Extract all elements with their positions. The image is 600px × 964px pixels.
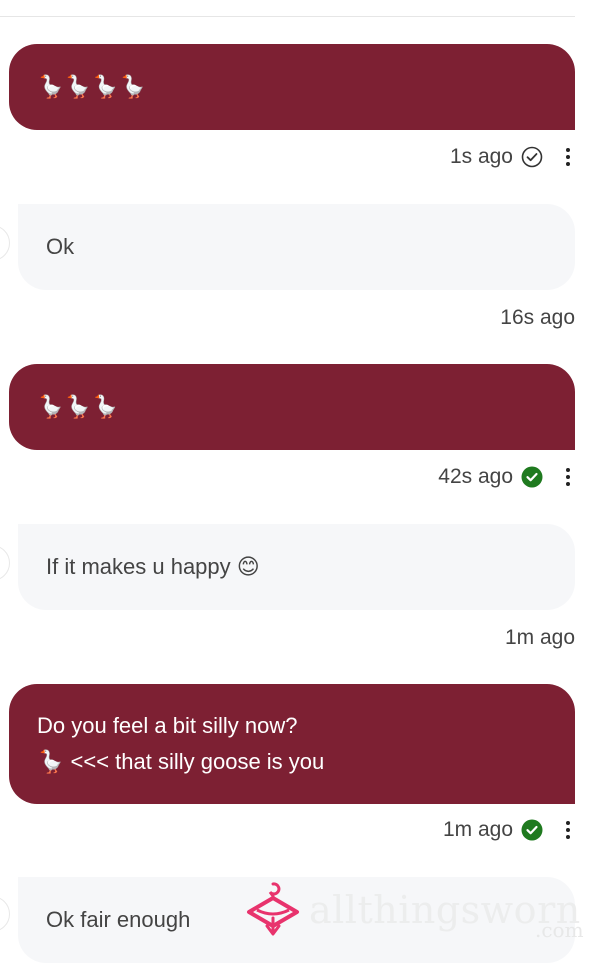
message-meta: 1m ago: [443, 816, 575, 844]
check-circle-outline-icon: [521, 146, 543, 168]
sent-message-bubble: Do you feel a bit silly now? 🪿 <<< that …: [9, 684, 575, 804]
kebab-menu-icon[interactable]: [561, 819, 575, 841]
avatar[interactable]: [0, 225, 10, 261]
message-text-line: Do you feel a bit silly now?: [37, 713, 298, 738]
sent-message-bubble: 🪿🪿🪿🪿: [9, 44, 575, 130]
sent-message-bubble: 🪿🪿🪿: [9, 364, 575, 450]
avatar[interactable]: [0, 896, 10, 932]
message-timestamp: 16s ago: [500, 306, 575, 329]
message-text-line: 🪿 <<< that silly goose is you: [37, 749, 325, 774]
received-message-bubble: Ok fair enough: [18, 877, 575, 963]
message-timestamp: 1m ago: [504, 626, 575, 649]
message-meta: 42s ago: [438, 463, 575, 491]
message-text: If it makes u happy 😊: [46, 554, 260, 579]
kebab-menu-icon[interactable]: [561, 146, 575, 168]
check-circle-filled-icon: [521, 466, 543, 488]
received-message-bubble: If it makes u happy 😊: [18, 524, 575, 610]
received-message-bubble: Ok: [18, 204, 575, 290]
message-text: Ok: [46, 234, 75, 259]
message-text: 🪿🪿🪿🪿: [37, 74, 147, 99]
message-timestamp: 42s ago: [438, 465, 513, 488]
message-meta: 16s ago: [500, 304, 575, 332]
check-circle-filled-icon: [521, 819, 543, 841]
avatar[interactable]: [0, 545, 10, 581]
message-text: 🪿🪿🪿: [37, 394, 120, 419]
message-text: Ok fair enough: [46, 907, 191, 932]
message-meta: 1m ago: [505, 624, 575, 652]
top-divider: [0, 16, 575, 17]
message-timestamp: 1m ago: [442, 818, 513, 841]
kebab-menu-icon[interactable]: [561, 466, 575, 488]
message-timestamp: 1s ago: [449, 145, 513, 168]
message-meta: 1s ago: [450, 143, 575, 171]
